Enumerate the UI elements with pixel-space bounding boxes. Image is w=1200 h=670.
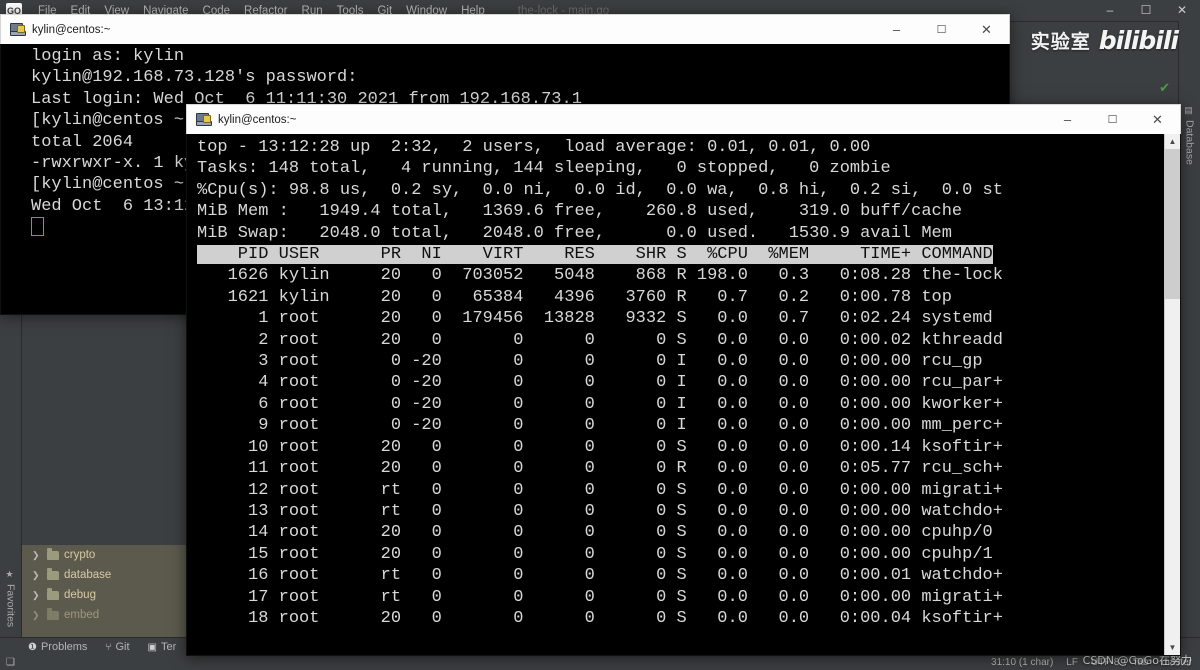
tree-item-label: database: [64, 569, 112, 581]
table-row: 13 root rt 0 0 0 0 S 0.0 0.0 0:00.00 wat…: [197, 501, 1003, 521]
window1-minimize-button[interactable]: –: [874, 15, 919, 44]
top-summary-mem: MiB Mem : 1949.4 total, 1369.6 free, 260…: [197, 202, 963, 222]
status-bar-left-icon[interactable]: ❑: [6, 657, 15, 668]
folder-icon: [47, 587, 59, 600]
project-tree: ❯ crypto ❯ database ❯ debug ❯ embed: [22, 545, 186, 637]
table-row: 3 root 0 -20 0 0 0 I 0.0 0.0 0:00.00 rcu…: [197, 352, 983, 372]
right-tool-strip: ▤ Database: [1178, 21, 1200, 649]
tool-window-terminal[interactable]: ▣ Ter: [148, 641, 177, 653]
ide-minimize-button[interactable]: –: [1092, 0, 1128, 21]
watermark-bilibili: 实验室 bilibili: [1030, 26, 1179, 55]
window2-title: kylin@centos:~: [218, 113, 297, 126]
tree-item-label: embed: [64, 609, 100, 621]
chevron-right-icon: ❯: [32, 609, 40, 620]
terminal-line: total 2064: [31, 132, 134, 152]
chevron-right-icon: ❯: [32, 589, 40, 600]
bilibili-logo: bilibili: [1098, 26, 1179, 55]
table-row: 1 root 20 0 179456 13828 9332 S 0.0 0.7 …: [197, 309, 993, 329]
sidebar-item-favorites[interactable]: ★ Favorites: [0, 559, 21, 639]
window2-title-bar[interactable]: kylin@centos:~ – ☐ ✕: [186, 104, 1181, 134]
window2-close-button[interactable]: ✕: [1135, 105, 1180, 134]
table-row: 1621 kylin 20 0 65384 4396 3760 R 0.7 0.…: [197, 287, 952, 307]
top-command-output: top - 13:12:28 up 2:32, 2 users, load av…: [187, 134, 1180, 629]
folder-icon: [47, 607, 59, 620]
table-row: 15 root 20 0 0 0 0 S 0.0 0.0 0:00.00 cpu…: [197, 544, 993, 564]
watermark-lab-text: 实验室: [1030, 31, 1091, 53]
tree-item-embed[interactable]: ❯ embed: [22, 605, 186, 625]
window1-title-bar[interactable]: kylin@centos:~ – ☐ ✕: [0, 14, 1010, 44]
table-row: 16 root rt 0 0 0 0 S 0.0 0.0 0:00.01 wat…: [197, 566, 1003, 586]
ide-close-button[interactable]: ✕: [1164, 0, 1200, 21]
table-row: 10 root 20 0 0 0 0 S 0.0 0.0 0:00.14 kso…: [197, 437, 1003, 457]
terminal-caret: [31, 217, 44, 237]
putty-icon: [10, 23, 26, 36]
window2-minimize-button[interactable]: –: [1045, 105, 1090, 134]
tree-item-label: crypto: [64, 549, 96, 561]
tool-window-problems-label: Problems: [40, 641, 88, 653]
table-row: 2 root 20 0 0 0 0 S 0.0 0.0 0:00.02 kthr…: [197, 330, 1003, 350]
putty-icon: [196, 113, 212, 126]
window2-maximize-button[interactable]: ☐: [1090, 105, 1135, 134]
chevron-right-icon: ❯: [32, 569, 40, 580]
line-separator[interactable]: LF: [1066, 657, 1078, 668]
scroll-down-icon[interactable]: ▼: [1165, 640, 1180, 655]
table-row: 14 root 20 0 0 0 0 S 0.0 0.0 0:00.00 cpu…: [197, 523, 993, 543]
inspection-ok-icon: ✔: [1159, 80, 1170, 95]
window2-scrollbar[interactable]: ▲ ▼: [1164, 134, 1180, 655]
tool-window-problems[interactable]: ❶ Problems: [28, 641, 87, 653]
top-summary-swap: MiB Swap: 2048.0 total, 2048.0 free, 0.0…: [197, 223, 952, 243]
folder-icon: [47, 567, 59, 580]
table-row: 17 root rt 0 0 0 0 S 0.0 0.0 0:00.00 mig…: [197, 587, 1003, 607]
tool-window-git-label: Git: [115, 641, 130, 653]
table-row: 12 root rt 0 0 0 0 S 0.0 0.0 0:00.00 mig…: [197, 480, 1003, 500]
top-summary-uptime: top - 13:12:28 up 2:32, 2 users, load av…: [197, 138, 871, 157]
window2-body[interactable]: top - 13:12:28 up 2:32, 2 users, load av…: [186, 134, 1181, 656]
window1-close-button[interactable]: ✕: [964, 15, 1009, 44]
sidebar-item-database[interactable]: ▤ Database: [1179, 91, 1200, 179]
window2-controls: – ☐ ✕: [1045, 105, 1180, 134]
top-summary-cpu: %Cpu(s): 98.8 us, 0.2 sy, 0.0 ni, 0.0 id…: [197, 180, 1003, 200]
window1-maximize-button[interactable]: ☐: [919, 15, 964, 44]
table-row: 1626 kylin 20 0 703052 5048 868 R 198.0 …: [197, 266, 1003, 286]
tree-item-debug[interactable]: ❯ debug: [22, 585, 186, 605]
warning-icon: ❶: [28, 641, 37, 653]
table-row: 9 root 0 -20 0 0 0 I 0.0 0.0 0:00.00 mm_…: [197, 416, 1003, 436]
chevron-right-icon: ❯: [32, 549, 40, 560]
sidebar-item-database-label: Database: [1183, 119, 1196, 165]
tool-window-terminal-label: Ter: [160, 641, 177, 653]
window1-controls: – ☐ ✕: [874, 15, 1009, 44]
window1-title: kylin@centos:~: [32, 23, 111, 36]
terminal-line: kylin@192.168.73.128's password:: [31, 68, 358, 88]
terminal-icon: ▣: [147, 641, 157, 653]
ide-maximize-button[interactable]: ☐: [1128, 0, 1164, 21]
table-row: 4 root 0 -20 0 0 0 I 0.0 0.0 0:00.00 rcu…: [197, 373, 1003, 393]
star-icon: ★: [5, 570, 16, 581]
scroll-up-icon[interactable]: ▲: [1165, 134, 1180, 149]
tree-item-crypto[interactable]: ❯ crypto: [22, 545, 186, 565]
table-row: 6 root 0 -20 0 0 0 I 0.0 0.0 0:00.00 kwo…: [197, 394, 1003, 414]
branch-icon: ⑂: [105, 641, 112, 653]
tree-item-label: debug: [64, 589, 96, 601]
table-row: 11 root 20 0 0 0 0 R 0.0 0.0 0:05.77 rcu…: [197, 459, 1003, 479]
terminal-window-2[interactable]: kylin@centos:~ – ☐ ✕ top - 13:12:28 up 2…: [186, 104, 1181, 656]
scrollbar-thumb[interactable]: [1165, 149, 1180, 299]
top-table-header: PID USER PR NI VIRT RES SHR S %CPU %MEM …: [197, 245, 993, 265]
terminal-line: login as: kylin: [31, 47, 185, 66]
folder-icon: [47, 547, 59, 560]
top-summary-tasks: Tasks: 148 total, 4 running, 144 sleepin…: [197, 159, 891, 179]
sidebar-item-favorites-label: Favorites: [4, 584, 17, 628]
tool-window-git[interactable]: ⑂ Git: [105, 641, 129, 653]
caret-position[interactable]: 31:10 (1 char): [991, 657, 1053, 668]
tree-item-database[interactable]: ❯ database: [22, 565, 186, 585]
status-bar: ❑ 31:10 (1 char) LF UTF-8 Tab master: [0, 655, 1200, 670]
database-icon: ▤: [1184, 105, 1195, 116]
table-row: 18 root 20 0 0 0 0 S 0.0 0.0 0:00.04 kso…: [197, 608, 1003, 628]
